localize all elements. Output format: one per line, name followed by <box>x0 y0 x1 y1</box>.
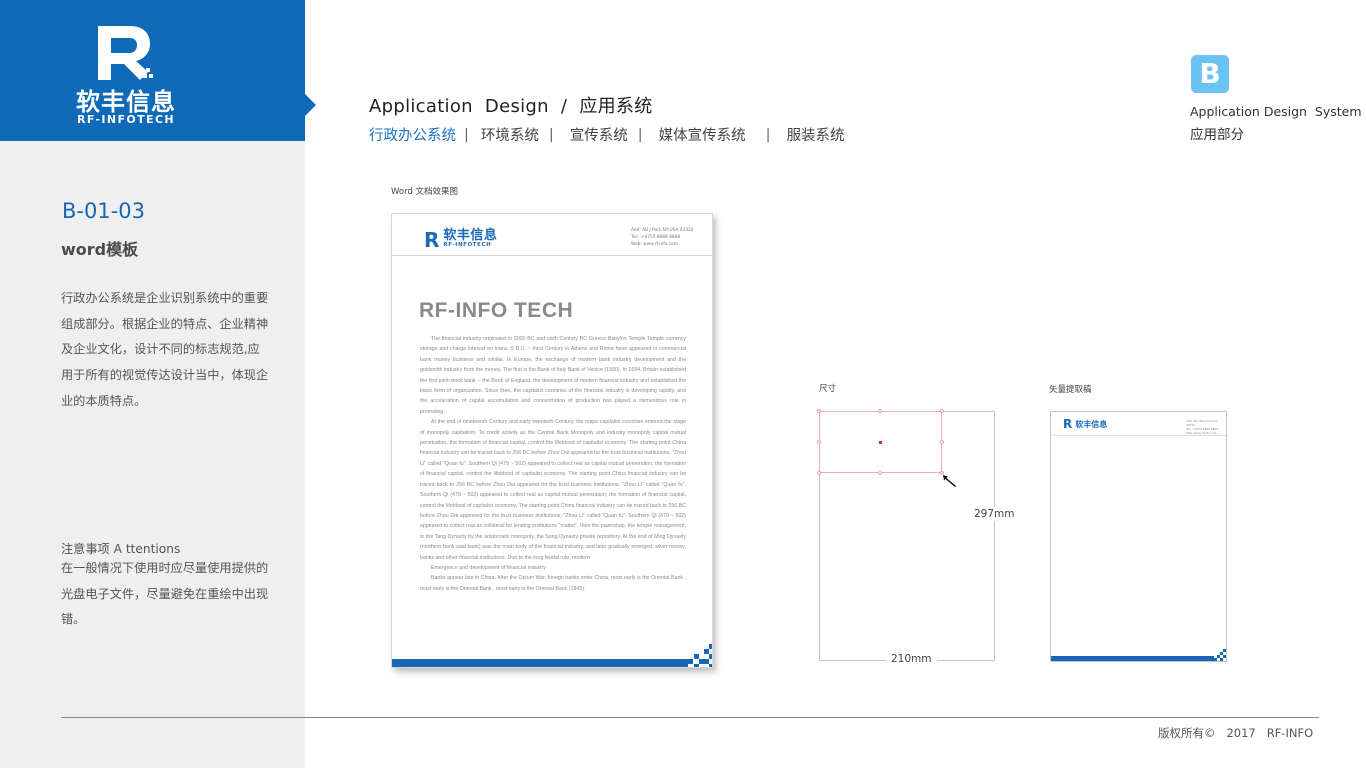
vector-logo-cn: 软丰信息 <box>1075 419 1108 429</box>
word-preview-caption: Word 文档效果图 <box>391 187 459 197</box>
resize-handle[interactable] <box>817 409 821 413</box>
section-subtitle: word模板 <box>61 240 139 259</box>
resize-handle[interactable] <box>940 409 944 413</box>
doc-paragraph: Emergence and development of financial i… <box>431 564 546 571</box>
height-dimension-label: 297mm <box>972 507 1017 521</box>
attention-text: 在一般情况下使用时应尽量使用提供的光盘电子文件，尽量避免在重绘中出现错。 <box>61 561 269 627</box>
nav-separator: | <box>765 126 771 143</box>
attention-title: 注意事项 A ttentions <box>61 542 181 556</box>
page-title: Application Design / 应用系统 <box>369 96 653 117</box>
vector-logo-r-icon: R <box>1063 417 1073 431</box>
sidebar: 软丰信息 RF-INFOTECH B-01-03 word模板 行政办公系统是企… <box>0 0 316 768</box>
copyright: 版权所有© 2017 RF-INFO <box>1158 726 1314 740</box>
section-badge-title-cn: 应用部分 <box>1190 127 1244 143</box>
section-description: 行政办公系统是企业识别系统中的重要组成部分。根据企业的特点、企业精神及企业文化，… <box>61 291 269 408</box>
logo-r-icon <box>98 26 153 80</box>
doc-contact-address: Add: AB J.Park NY-USA 43320 <box>631 228 694 233</box>
nav-separator: | <box>637 126 643 143</box>
doc-logo-r-icon: R <box>424 227 440 252</box>
doc-footer-bar <box>392 659 688 667</box>
logo-name-en: RF-INFOTECH <box>76 113 176 126</box>
doc-logo-en: RF-INFOTECH <box>443 242 492 248</box>
section-code: B-01-03 <box>62 199 146 223</box>
doc-contact: Add: AB J.Park NY-USA 43320 Tel: +0755 8… <box>631 227 693 248</box>
nav-separator: | <box>548 126 554 143</box>
page: 软丰信息 RF-INFOTECH B-01-03 word模板 行政办公系统是企… <box>0 0 1366 768</box>
width-dimension-label: 210mm <box>886 653 937 665</box>
resize-handle[interactable] <box>878 471 882 475</box>
vector-preview-caption: 矢量提取稿 <box>1049 385 1092 395</box>
section-badge-title-en: Application Design System <box>1190 104 1362 119</box>
vector-header-divider <box>1051 435 1226 436</box>
doc-contact-tel: Tel: +0755 8888 8888 <box>631 235 681 240</box>
resize-handle[interactable] <box>940 440 944 444</box>
vector-footer-bar <box>1051 656 1214 661</box>
category-nav: 行政办公系统 | 环境系统 | 宣传系统 | 媒体宣传系统 | 服装系统 <box>369 124 845 145</box>
arrow-cursor-icon <box>943 475 956 487</box>
logo-name-cn: 软丰信息 <box>76 88 176 116</box>
tab-apparel[interactable]: 服装系统 <box>787 124 845 145</box>
tab-promotion[interactable]: 宣传系统 <box>570 124 628 145</box>
doc-paragraph: The financial industry originated in 200… <box>420 336 686 415</box>
tab-media-promotion[interactable]: 媒体宣传系统 <box>659 124 746 145</box>
doc-logo-cn: 软丰信息 <box>443 228 498 243</box>
brand-pointer-icon <box>305 94 316 116</box>
resize-handle[interactable] <box>878 409 882 413</box>
section-badge-icon: B <box>1191 55 1229 93</box>
word-document-preview: R 软丰信息 RF-INFOTECH Add: AB J.Park NY-USA… <box>391 213 713 668</box>
resize-handle[interactable] <box>817 471 821 475</box>
vector-contact-address: Add: AB J.Park NY-USA 43320 <box>1186 419 1217 427</box>
doc-title: RF-INFO TECH <box>419 299 574 322</box>
doc-paragraph: At the end of nineteenth Century and ear… <box>420 419 686 561</box>
selection-center-dot <box>879 441 882 444</box>
vector-document-preview: R 软丰信息 Add: AB J.Park NY-USA 43320 Tel: … <box>1050 411 1227 662</box>
doc-logo: R 软丰信息 RF-INFOTECH <box>424 227 498 252</box>
doc-contact-web: Web: www.rf-info.com <box>631 242 678 247</box>
vector-logo: R 软丰信息 <box>1063 417 1108 431</box>
tab-admin-office[interactable]: 行政办公系统 <box>369 124 456 145</box>
brand-block: 软丰信息 RF-INFOTECH <box>0 0 305 141</box>
doc-header-divider <box>392 255 712 256</box>
doc-paragraph: Banks appear late in China. After the Op… <box>420 575 686 592</box>
footer-divider <box>61 717 1319 718</box>
nav-separator: | <box>464 126 469 143</box>
tab-environment[interactable]: 环境系统 <box>481 124 539 145</box>
resize-handle[interactable] <box>817 440 821 444</box>
dimensions-caption: 尺寸 <box>819 384 837 394</box>
doc-body: The financial industry originated in 200… <box>420 334 686 594</box>
vector-contact: Add: AB J.Park NY-USA 43320 Tel: +0755 8… <box>1186 419 1226 435</box>
